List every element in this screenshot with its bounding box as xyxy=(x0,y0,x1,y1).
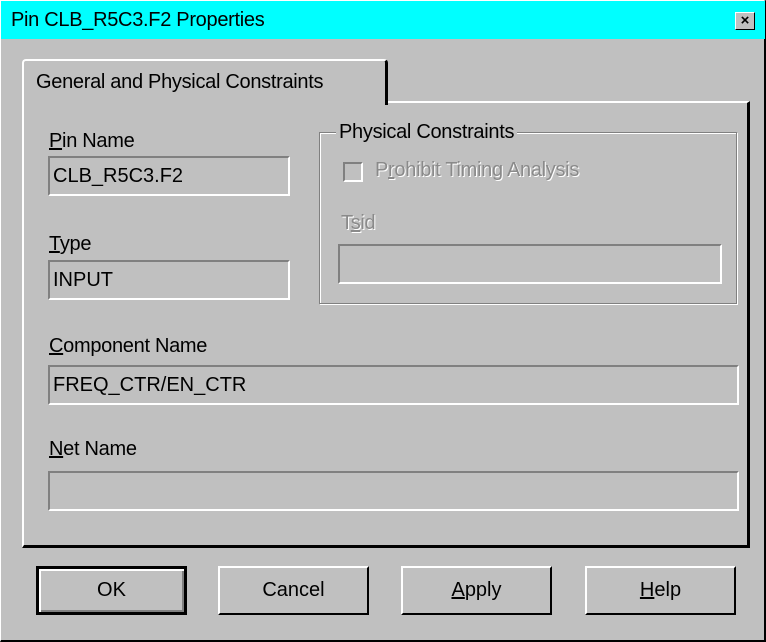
tab-panel xyxy=(22,101,750,548)
physical-constraints-title: Physical Constraints xyxy=(336,121,518,144)
pin-properties-dialog: Pin CLB_R5C3.F2 Properties × General and… xyxy=(0,0,766,642)
tab-label: General and Physical Constraints xyxy=(36,71,324,93)
ok-button[interactable]: OK xyxy=(36,566,187,615)
cancel-button[interactable]: Cancel xyxy=(218,566,369,615)
title-bar[interactable]: Pin CLB_R5C3.F2 Properties × xyxy=(1,1,765,39)
apply-button[interactable]: Apply xyxy=(401,566,552,615)
help-button[interactable]: Help xyxy=(585,566,736,615)
tab-general-physical-constraints[interactable]: General and Physical Constraints xyxy=(22,59,388,105)
close-icon: × xyxy=(740,12,750,29)
window-title: Pin CLB_R5C3.F2 Properties xyxy=(11,9,265,31)
close-button[interactable]: × xyxy=(735,12,755,30)
